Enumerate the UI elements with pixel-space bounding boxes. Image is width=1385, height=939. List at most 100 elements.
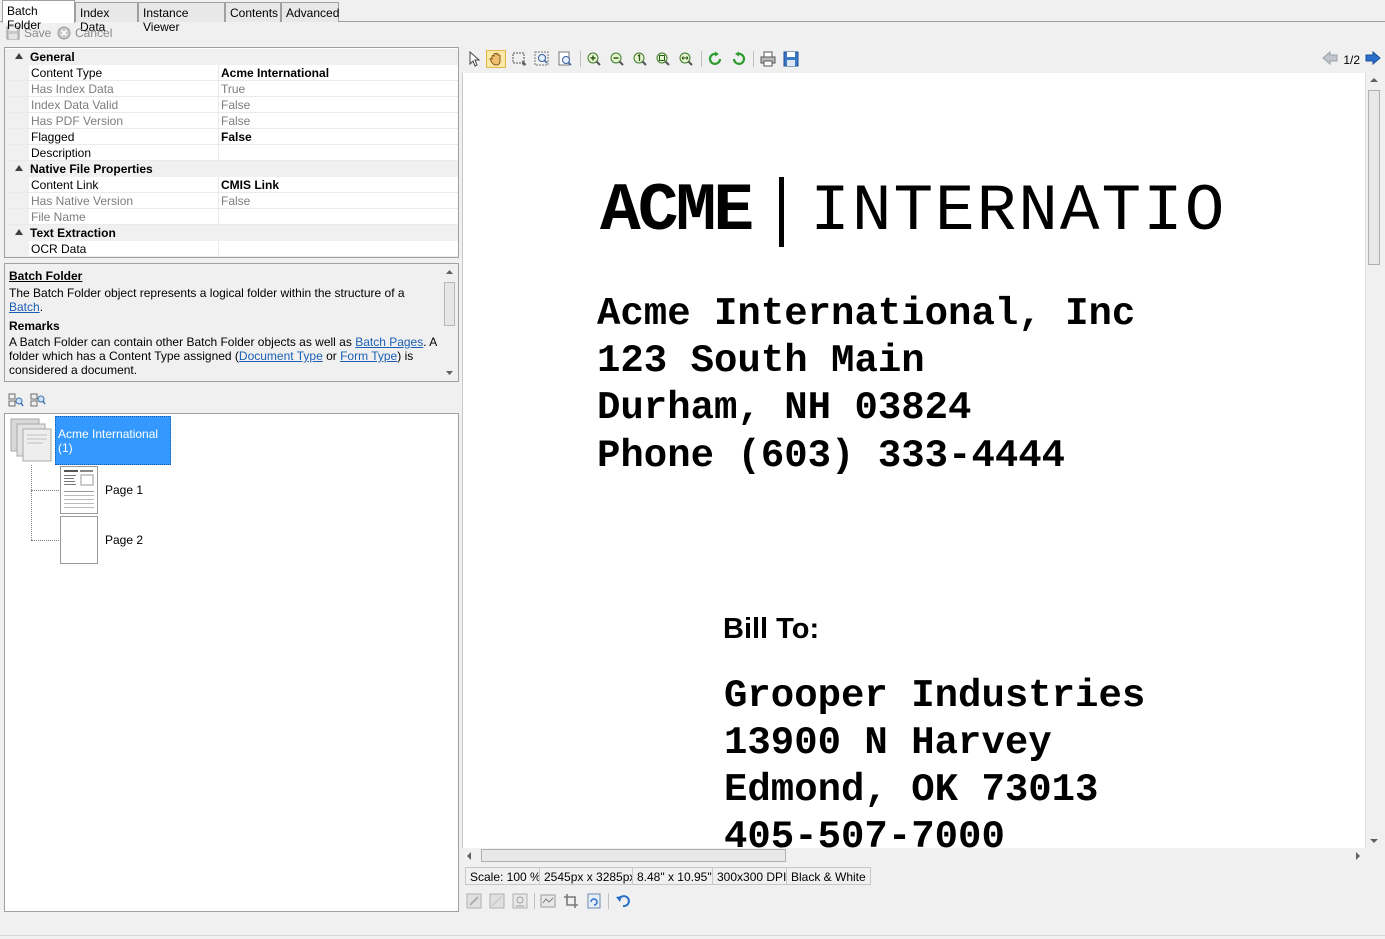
next-page-icon[interactable] (1365, 50, 1381, 68)
batch-pages-link[interactable]: Batch Pages (355, 335, 423, 349)
batch-link[interactable]: Batch (9, 300, 40, 314)
scroll-up-icon[interactable] (1370, 78, 1378, 82)
fit-width-icon[interactable] (676, 50, 696, 68)
document-viewer[interactable]: ACME INTERNATIO Acme International, Inc … (462, 73, 1365, 848)
region-select-icon[interactable] (509, 50, 529, 68)
fit-page-icon[interactable] (653, 50, 673, 68)
page-2-label[interactable]: Page 2 (105, 533, 143, 547)
scroll-left-icon[interactable] (467, 852, 471, 860)
image-status-bar: Scale: 100 % 2545px x 3285px 8.48" x 10.… (462, 866, 1383, 886)
category-general[interactable]: General (5, 49, 458, 65)
collapse-all-icon[interactable] (29, 391, 47, 409)
remarks-text: A Batch Folder can contain other Batch F… (9, 335, 437, 377)
bill-to-name: Grooper Industries (724, 674, 1146, 718)
scroll-down-icon[interactable] (1370, 839, 1378, 843)
property-file-name[interactable]: File Name (5, 209, 458, 225)
scale-status: Scale: 100 % (465, 867, 546, 885)
page-2-thumbnail[interactable] (60, 516, 98, 564)
tree-node-label: Acme International (1) (58, 426, 159, 455)
viewer-horizontal-scrollbar[interactable] (462, 848, 1365, 863)
color-mode-status: Black & White (786, 867, 871, 885)
zoom-out-icon[interactable] (607, 50, 627, 68)
scroll-thumb[interactable] (481, 849, 786, 862)
expand-all-icon[interactable] (7, 391, 25, 409)
category-native-file-properties[interactable]: Native File Properties (5, 161, 458, 177)
collapse-icon[interactable] (15, 53, 23, 59)
undo-icon[interactable] (613, 892, 633, 910)
actual-size-icon[interactable] (630, 50, 650, 68)
property-content-type[interactable]: Content Type Acme International (5, 65, 458, 81)
form-type-link[interactable]: Form Type (340, 349, 397, 363)
property-value[interactable]: CMIS Link (221, 178, 279, 192)
zoom-in-icon[interactable] (584, 50, 604, 68)
category-label: General (30, 50, 75, 64)
property-value: True (221, 82, 246, 96)
markup-disabled-icon[interactable] (487, 892, 507, 910)
property-grid: General Content Type Acme International H… (4, 47, 459, 258)
crop-icon[interactable] (561, 892, 581, 910)
property-has-pdf-version[interactable]: Has PDF Version False (5, 113, 458, 129)
tab-instance-viewer[interactable]: Instance Viewer (138, 2, 225, 34)
collapse-icon[interactable] (15, 165, 23, 171)
property-value[interactable]: False (221, 130, 252, 144)
page-rotate-icon[interactable] (584, 892, 604, 910)
page-1-label[interactable]: Page 1 (105, 483, 143, 497)
tab-advanced[interactable]: Advanced (281, 2, 339, 22)
property-value: False (221, 194, 251, 208)
property-description[interactable]: Description (5, 145, 458, 161)
property-name: Has PDF Version (31, 114, 124, 128)
edit-disabled-icon[interactable] (464, 892, 484, 910)
collapse-icon[interactable] (15, 229, 23, 235)
window-bottom-border (0, 935, 1385, 936)
property-has-index-data[interactable]: Has Index Data True (5, 81, 458, 97)
zoom-region-icon[interactable] (532, 50, 552, 68)
toolbar-separator (608, 893, 609, 909)
logo-international-text: INTERNATIO (810, 174, 1227, 249)
document-type-link[interactable]: Document Type (239, 349, 323, 363)
pan-hand-icon[interactable] (486, 50, 506, 68)
property-name: Description (31, 146, 92, 160)
tree-connector (31, 540, 59, 541)
help-scrollbar[interactable] (441, 264, 458, 381)
cancel-icon (57, 26, 71, 40)
tree-connector (31, 465, 32, 540)
property-value[interactable]: Acme International (221, 66, 329, 80)
toolbar-separator (534, 893, 535, 909)
annotation-toolbar (462, 890, 1383, 912)
property-name: Has Index Data (31, 82, 114, 96)
magnifier-icon[interactable] (555, 50, 575, 68)
tab-index-data[interactable]: Index Data (75, 2, 138, 34)
viewer-vertical-scrollbar[interactable] (1365, 73, 1382, 848)
scroll-right-icon[interactable] (1356, 852, 1360, 860)
category-text-extraction[interactable]: Text Extraction (5, 225, 458, 241)
scroll-thumb[interactable] (1368, 90, 1380, 265)
pointer-icon[interactable] (464, 50, 484, 68)
tab-batch-folder[interactable]: Batch Folder (2, 0, 75, 32)
previous-page-icon[interactable] (1322, 50, 1338, 68)
stamp-disabled-icon[interactable] (510, 892, 530, 910)
folder-stack-icon (10, 418, 54, 462)
property-index-data-valid[interactable]: Index Data Valid False (5, 97, 458, 113)
property-name: OCR Data (31, 242, 87, 256)
page-1-thumbnail[interactable] (60, 466, 98, 514)
rotate-clockwise-icon[interactable] (706, 50, 726, 68)
toolbar-separator (580, 51, 581, 67)
print-icon[interactable] (758, 50, 778, 68)
scroll-thumb[interactable] (444, 282, 455, 326)
cancel-button[interactable]: Cancel (57, 26, 112, 40)
tree-toolbar (4, 390, 459, 410)
rotate-counterclockwise-icon[interactable] (728, 50, 748, 68)
property-content-link[interactable]: Content Link CMIS Link (5, 177, 458, 193)
property-flagged[interactable]: Flagged False (5, 129, 458, 145)
cancel-label: Cancel (75, 26, 113, 40)
toolbar-separator (753, 51, 754, 67)
tree-node-folder[interactable]: Acme International (1) (55, 416, 171, 465)
bill-to-phone: 405-507-7000 (724, 815, 1005, 848)
tab-contents[interactable]: Contents (225, 2, 281, 22)
help-title: Batch Folder (9, 269, 83, 283)
save-image-icon[interactable] (781, 50, 801, 68)
inch-size-status: 8.48" x 10.95" (632, 867, 717, 885)
image-adjust-icon[interactable] (538, 892, 558, 910)
property-has-native-version[interactable]: Has Native Version False (5, 193, 458, 209)
property-ocr-data[interactable]: OCR Data (5, 241, 458, 257)
